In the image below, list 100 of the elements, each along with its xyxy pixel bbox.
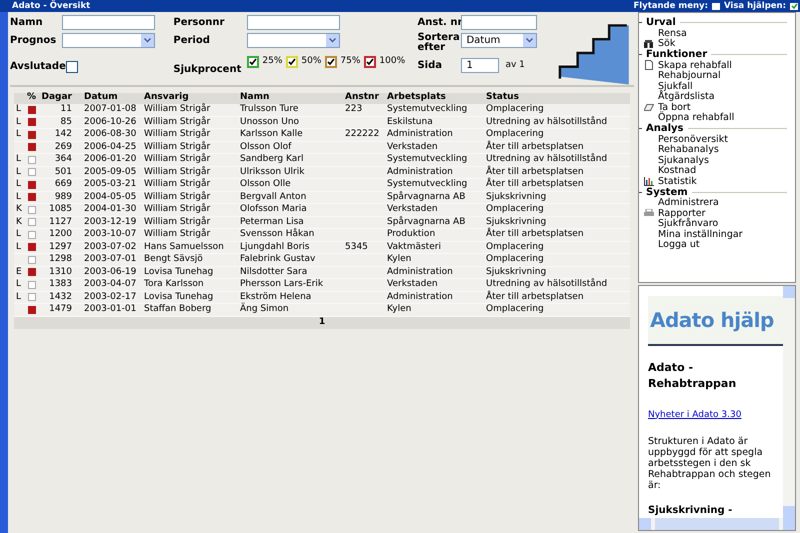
table-cell-text: William Strigår — [144, 142, 212, 152]
table-cell-text: Ulriksson Ulrik — [240, 168, 306, 177]
anstnr-field[interactable] — [461, 15, 538, 30]
page-link[interactable]: 1 — [318, 316, 326, 330]
table-cell-text: 1383 — [48, 280, 72, 290]
checkbox[interactable] — [712, 2, 720, 10]
menu-link[interactable]: Rapporter — [658, 208, 706, 218]
option-label: Flytande meny: — [633, 0, 708, 12]
table-row[interactable]: L 364 2006-01-20 William Strigår Sandberg Karl Systemutveckling Utredning av hälsotillstånd — [14, 154, 630, 166]
menu-link[interactable]: Personöversikt — [658, 134, 728, 144]
personnr-field[interactable] — [247, 15, 340, 30]
column-header: Ansvarig — [144, 90, 190, 103]
table-row[interactable]: L 11 2007-01-08 William Strigår Trulsson Ture 223 Systemutveckling Omplacering — [14, 104, 630, 116]
table-cell-text: 1479 — [48, 305, 72, 314]
table-cell-text: William Strigår — [144, 180, 212, 190]
printer-icon — [644, 209, 654, 218]
checkbox[interactable] — [247, 56, 260, 68]
table-cell-text: 1310 — [48, 268, 72, 277]
option-label: Visa hjälpen: — [724, 0, 786, 12]
table-cell-text: Svensson Håkan — [240, 230, 316, 240]
table-cell-text: 2003-02-17 — [83, 292, 138, 302]
menu-link[interactable]: Rehabjournal — [658, 71, 721, 80]
table-cell-text: 2004-05-05 — [83, 192, 138, 202]
table-row[interactable]: K 1085 2004-01-30 William Strigår Olofsson Maria Verkstaden Omplacering — [14, 204, 630, 216]
checkbox[interactable] — [66, 60, 78, 72]
table-cell-text: Omplacering — [486, 130, 545, 140]
table-cell-text: 501 — [54, 168, 72, 177]
field-label: Period — [173, 36, 211, 46]
table-cell-text: Hans Samuelsson — [144, 242, 225, 252]
field-label: Namn — [10, 18, 44, 28]
menu-link[interactable]: Sjukfall — [658, 82, 693, 91]
menu-link[interactable]: Ta bort — [658, 102, 691, 112]
percent-label: 50% — [301, 55, 322, 68]
table-cell-text: Administration — [387, 168, 454, 177]
table-row[interactable]: L 1432 2003-02-17 Lovisa Tunehag Ekström Helena Administration Åter till arbetsplatsen — [14, 292, 630, 304]
table-cell-text: 1297 — [48, 242, 72, 252]
menu-link[interactable]: Logga ut — [658, 240, 700, 250]
table-cell-text: 2003-01-01 — [83, 305, 138, 314]
checkbox[interactable] — [364, 56, 376, 68]
menu-link[interactable]: Mina inställningar — [658, 230, 743, 239]
menu-link[interactable]: Åtgärdslista — [658, 92, 715, 102]
menu-link[interactable]: Administrera — [658, 198, 719, 208]
percent-label: 75% — [340, 55, 360, 68]
table-cell-text: L — [15, 292, 22, 302]
prognos-select[interactable] — [62, 33, 155, 48]
table-cell-text: Karlsson Kalle — [240, 130, 304, 140]
help-link[interactable]: Nyheter i Adato 3.30 — [648, 408, 783, 422]
table-cell-text: Verkstaden — [387, 280, 439, 290]
dropdown-icon — [141, 34, 154, 47]
table-row[interactable]: L 85 2006-10-26 William Strigår Unosson Uno Eskilstuna Utredning av hälsotillstånd — [14, 116, 630, 129]
table-cell-text: 989 — [54, 192, 72, 202]
table-cell-text: Administration — [387, 130, 454, 140]
page-field[interactable]: 1 — [461, 58, 500, 73]
table-row[interactable]: L 501 2005-09-05 William Strigår Ulriksson Ulrik Administration Åter till arbetsplatsen — [14, 166, 630, 179]
checkbox[interactable] — [790, 2, 798, 10]
table-cell-text: Äng Simon — [240, 305, 290, 314]
table-cell-text: 2006-04-25 — [83, 142, 138, 152]
menu-link[interactable]: Kostnad — [658, 166, 696, 176]
table-row[interactable]: 269 2006-04-25 William Strigår Olsson Olof Verkstaden Åter till arbetsplatsen — [14, 142, 630, 154]
table-cell-text: Omplacering — [486, 205, 545, 214]
table-row[interactable]: L 142 2006-08-30 William Strigår Karlsson Kalle 222222 Administration Omplacering — [14, 129, 630, 142]
table-cell-text: Spårvagnarna AB — [387, 192, 466, 202]
table-cell-text: William Strigår — [144, 230, 212, 240]
column-header: Arbetsplats — [387, 90, 447, 104]
menu-link[interactable]: Sök — [658, 39, 676, 48]
menu-link[interactable]: Sjukfrånvaro — [658, 219, 718, 228]
table-cell-text: William Strigår — [144, 205, 212, 214]
field-label: Sortera efter — [417, 33, 461, 53]
table-row[interactable]: L 1383 2003-04-07 Tora Karlsson Phersson Lars-Erik Verkstaden Utredning av hälsotillstånd — [14, 279, 630, 292]
table-cell-text: 1298 — [48, 255, 72, 264]
menu-section-title: Analys — [646, 123, 684, 134]
menu-link[interactable]: Statistik — [658, 176, 697, 186]
menu-link[interactable]: Skapa rehabfall — [658, 60, 732, 70]
table-cell-text: William Strigår — [144, 192, 212, 202]
sort-select[interactable]: Datum — [461, 33, 538, 48]
table-row[interactable]: L 669 2005-03-21 William Strigår Olsson Olle Systemutveckling Åter till arbetsplatsen — [14, 179, 630, 192]
table-cell-text: Utredning av hälsotillstånd — [486, 155, 608, 164]
period-select[interactable] — [247, 33, 340, 48]
menu-link[interactable]: Sjukanalys — [658, 156, 709, 165]
menu-section-title: Urval — [646, 17, 676, 28]
scrollbar[interactable] — [783, 286, 795, 518]
table-row[interactable]: L 989 2004-05-05 William Strigår Bergvall Anton Spårvagnarna AB Sjukskrivning — [14, 192, 630, 204]
table-row[interactable]: 1298 2003-07-01 Bengt Sävsjö Falebrink Gustav Kylen Omplacering — [14, 254, 630, 266]
table-row[interactable]: L 1200 2003-10-07 William Strigår Svensson Håkan Produktion Åter till arbetsplatsen — [14, 229, 630, 242]
table-cell-text: Olsson Olof — [240, 142, 292, 152]
table-row[interactable]: 1479 2003-01-01 Staffan Boberg Äng Simon Kylen Omplacering — [14, 304, 630, 316]
column-header: Status — [486, 90, 520, 104]
table-cell-text: K — [15, 205, 22, 214]
name-field[interactable] — [62, 15, 155, 30]
menu-link[interactable]: Rehabanalys — [658, 145, 719, 154]
table-row[interactable]: E 1310 2003-06-19 Lovisa Tunehag Nilsdotter Sara Administration Sjukskrivning — [14, 266, 630, 279]
table-cell-text: Olsson Olle — [240, 180, 292, 190]
menu-link[interactable]: Rensa — [658, 28, 687, 38]
table-cell-text: 2006-01-20 — [83, 155, 138, 164]
table-row[interactable]: L 1297 2003-07-02 Hans Samuelsson Ljungdahl Boris 5345 Vaktmästeri Omplacering — [14, 242, 630, 254]
table-cell-text: Verkstaden — [387, 205, 439, 214]
column-header: Datum — [83, 90, 119, 104]
table-row[interactable]: K 1127 2003-12-19 William Strigår Peterman Lisa Spårvagnarna AB Sjukskrivning — [14, 216, 630, 229]
scrollbar[interactable] — [639, 518, 795, 530]
checkbox[interactable] — [325, 56, 338, 68]
